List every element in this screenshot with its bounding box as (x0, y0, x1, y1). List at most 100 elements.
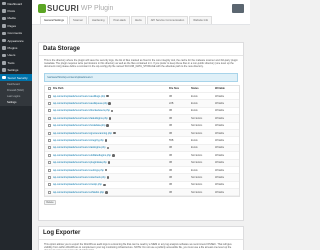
file-path-link[interactable]: wp-content/uploads/sucuri/sucuri-failedl… (53, 117, 108, 120)
table-row: wp-content/uploads/sucuri/sucuri-integri… (45, 137, 239, 145)
writable-cell: Writable (215, 131, 225, 135)
file-path-link[interactable]: wp-content/uploads/sucuri/sucuri-siteche… (53, 176, 106, 179)
file-path-link[interactable]: wp-content/uploads/sucuri/sucuri-auditlo… (53, 95, 105, 98)
data-storage-title: Data Storage (39, 43, 243, 56)
tab-general-settings[interactable]: General Settings (40, 16, 69, 24)
log-exporter-description: This option allows you to export the Wor… (44, 243, 232, 250)
file-path-link[interactable]: wp-content/uploads/sucuri/sucuri-lastlog… (53, 146, 106, 149)
sidebar-item-label: Dashboard (7, 1, 23, 6)
sidebar-item-label: Settings (7, 68, 19, 73)
sidebar-item-sucuri[interactable]: Sucuri Security (0, 73, 32, 82)
row-checkbox[interactable] (47, 94, 51, 98)
sidebar-item-posts[interactable]: Posts (0, 7, 32, 14)
file-path-link[interactable]: wp-content/uploads/sucuri/sucuri-trustip… (53, 183, 102, 186)
delete-button[interactable]: Delete (44, 200, 56, 206)
writable-cell: Writable (215, 153, 225, 157)
table-row: wp-content/uploads/sucuri/sucuri-siteche… (45, 174, 239, 182)
table-header-row: File Path File Size Status Writable (45, 85, 239, 93)
status-cell: Not Exists (191, 153, 203, 157)
row-checkbox[interactable] (47, 102, 51, 106)
sidebar-item-comments[interactable]: Comments (0, 30, 32, 37)
file-path-link[interactable]: wp-content/uploads/sucuri/sucuri-whiteli… (53, 191, 104, 194)
status-cell: Not Exists (191, 161, 203, 165)
writable-cell: Writable (215, 161, 225, 165)
row-checkbox[interactable] (47, 131, 51, 135)
file-path-link[interactable]: wp-content/uploads/sucuri/sucuri-hookdat… (53, 124, 105, 127)
file-size-cell: 0B (169, 183, 173, 187)
row-checkbox[interactable] (47, 146, 51, 150)
sidebar-item-appearance[interactable]: Appearance (0, 37, 32, 44)
sidebar-item-users[interactable]: Users (0, 52, 32, 59)
row-checkbox[interactable] (47, 190, 51, 194)
file-size-cell: 0B (169, 168, 173, 172)
table-row: wp-content/uploads/sucuri/sucuri-setting… (45, 167, 239, 175)
status-cell: Not Exists (191, 183, 203, 187)
file-path-link[interactable]: wp-content/uploads/sucuri/sucuri-ignores… (53, 132, 112, 135)
settings-tabs: General Settings Scanner Hardening Post-… (32, 16, 213, 25)
file-path-cell: wp-content/uploads/sucuri/sucuri-setting… (53, 169, 169, 172)
file-path-link[interactable]: wp-content/uploads/sucuri/sucuri-oldfail… (53, 154, 111, 157)
logo-subtitle: WP Plugin (80, 5, 114, 12)
writable-cell: Writable (215, 139, 225, 143)
status-cell: Exists (191, 94, 198, 98)
row-checkbox[interactable] (47, 183, 51, 187)
sidebar-item-label: Posts (7, 9, 16, 14)
row-checkbox[interactable] (47, 124, 51, 128)
info-icon (106, 94, 109, 98)
status-cell: Exists (191, 146, 198, 150)
file-path-link[interactable]: wp-content/uploads/sucuri/sucuri-blocked… (53, 109, 110, 112)
file-path-link[interactable]: wp-content/uploads/sucuri/sucuri-auditqu… (53, 102, 107, 105)
column-header-file: File Path (53, 87, 64, 91)
row-checkbox[interactable] (47, 168, 51, 172)
file-path-cell: wp-content/uploads/sucuri/sucuri-auditqu… (53, 102, 169, 105)
sidebar-item-plugins[interactable]: Plugins (0, 44, 32, 51)
sidebar-item-label: Users (7, 53, 16, 58)
row-checkbox[interactable] (47, 175, 51, 179)
table-row: wp-content/uploads/sucuri/sucuri-blocked… (45, 108, 239, 116)
media-icon (2, 16, 6, 21)
data-storage-panel: Data Storage This is the directory where… (38, 42, 244, 221)
sidebar-item-dashboard[interactable]: Dashboard (0, 0, 32, 7)
row-checkbox[interactable] (47, 161, 51, 165)
file-path-cell: wp-content/uploads/sucuri/sucuri-hookdat… (53, 124, 169, 127)
row-checkbox[interactable] (47, 109, 51, 113)
sidebar-submenu: Dashboard Firewall (WAF) Last Logins Set… (0, 81, 32, 107)
info-icon (108, 117, 112, 120)
writable-cell: Writable (215, 190, 225, 194)
sidebar-item-tools[interactable]: Tools (0, 59, 32, 66)
file-path-cell: wp-content/uploads/sucuri/sucuri-oldfail… (53, 154, 169, 157)
tab-alerts[interactable]: Alerts (130, 16, 146, 24)
tab-scanner[interactable]: Scanner (69, 16, 88, 24)
header-action-button[interactable] (232, 4, 244, 13)
file-size-cell: 0B (169, 124, 173, 128)
file-size-cell: 0B (169, 109, 173, 113)
row-checkbox[interactable] (47, 116, 51, 120)
tab-website-info[interactable]: Website Info (189, 16, 213, 24)
column-header-writable: Writable (215, 87, 225, 91)
table-row: wp-content/uploads/sucuri/sucuri-ignores… (45, 129, 239, 138)
file-size-cell: 0B (169, 190, 173, 194)
sidebar-item-settings[interactable]: Settings (0, 67, 32, 74)
sidebar-item-pages[interactable]: Pages (0, 22, 32, 29)
row-checkbox[interactable] (47, 153, 51, 157)
tab-post-hack[interactable]: Post-Hack (109, 16, 130, 24)
status-cell: Exists (191, 139, 198, 143)
file-path-link[interactable]: wp-content/uploads/sucuri/sucuri-plugind… (53, 161, 107, 164)
row-checkbox[interactable] (47, 139, 51, 143)
sidebar-item-media[interactable]: Media (0, 15, 32, 22)
file-path-cell: wp-content/uploads/sucuri/sucuri-integri… (53, 139, 169, 142)
table-row: wp-content/uploads/sucuri/sucuri-oldfail… (45, 152, 239, 160)
sucuri-logo-icon (38, 4, 46, 13)
file-path-link[interactable]: wp-content/uploads/sucuri/sucuri-integri… (53, 139, 104, 142)
file-path-cell: wp-content/uploads/sucuri/sucuri-ignores… (53, 132, 169, 135)
file-path-link[interactable]: wp-content/uploads/sucuri/sucuri-setting… (53, 169, 104, 172)
tab-hardening[interactable]: Hardening (88, 16, 109, 24)
shield-icon (2, 75, 6, 80)
select-all-checkbox[interactable] (47, 87, 51, 91)
logo-text: SUCURI (47, 4, 79, 13)
file-path-cell: wp-content/uploads/sucuri/sucuri-whiteli… (53, 191, 169, 194)
page-icon (2, 24, 6, 28)
submenu-item-settings[interactable]: Settings (0, 100, 32, 106)
file-size-cell: 22B (169, 102, 174, 106)
tab-api-service[interactable]: API Service Communication (146, 16, 189, 24)
